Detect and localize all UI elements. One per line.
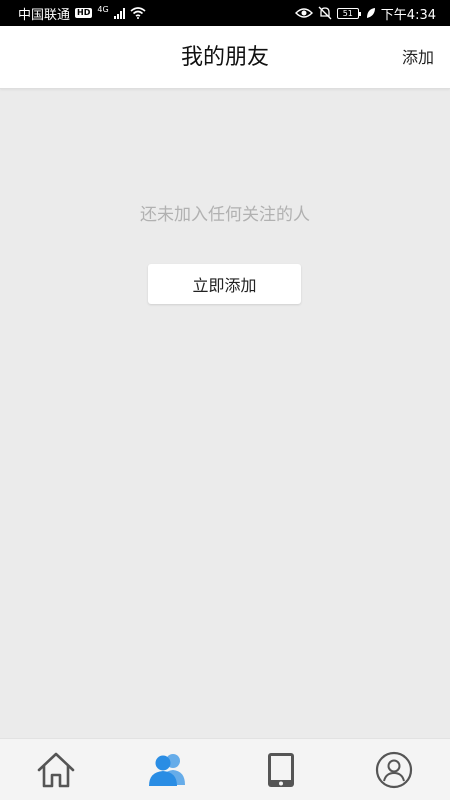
add-button[interactable]: 添加 xyxy=(402,26,434,89)
mute-bell-icon xyxy=(318,6,332,20)
wifi-icon xyxy=(130,7,146,19)
add-now-button[interactable]: 立即添加 xyxy=(148,264,301,304)
hd-badge: HD xyxy=(75,8,93,18)
clock: 下午4:34 xyxy=(380,7,436,23)
friends-icon xyxy=(148,753,185,786)
header-bar: 我的朋友 添加 xyxy=(0,26,450,89)
status-bar: 中国联通 HD 4G 51 下午4:34 xyxy=(0,0,450,26)
battery-icon: 51 xyxy=(336,7,361,19)
empty-state-message: 还未加入任何关注的人 xyxy=(140,205,310,225)
page-title: 我的朋友 xyxy=(180,45,269,70)
status-right: 51 下午4:34 xyxy=(294,4,436,23)
eye-icon xyxy=(294,8,313,18)
status-left: 中国联通 HD 4G xyxy=(18,4,146,23)
leaf-icon xyxy=(366,8,375,18)
profile-icon xyxy=(375,751,412,788)
bottom-tab-bar xyxy=(0,738,450,800)
tab-home[interactable] xyxy=(26,745,86,795)
tab-device[interactable] xyxy=(251,745,311,795)
device-icon xyxy=(268,752,295,787)
tab-profile[interactable] xyxy=(364,745,424,795)
network-type: 4G xyxy=(97,4,109,14)
home-icon xyxy=(37,752,75,787)
screen: 中国联通 HD 4G 51 下午4:34 我的朋友 添加 还未加入任何关注的人 … xyxy=(0,0,450,800)
tab-friends[interactable] xyxy=(139,745,199,795)
signal-icon xyxy=(113,7,125,19)
carrier-label: 中国联通 xyxy=(18,7,71,23)
